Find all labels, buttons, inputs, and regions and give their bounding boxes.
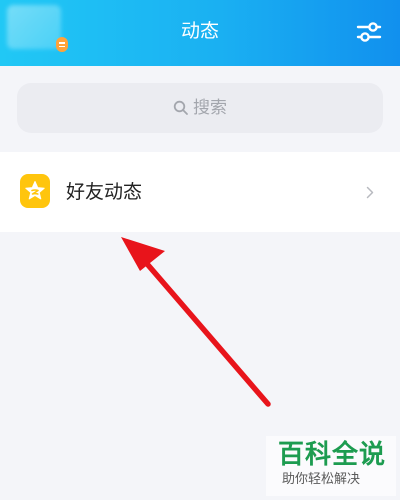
search-placeholder: 搜索: [193, 98, 227, 118]
sliders-icon[interactable]: [356, 19, 382, 45]
search-icon: [173, 100, 188, 115]
list-item-friend-feed[interactable]: 好友动态: [0, 152, 400, 232]
watermark-subtitle: 助你轻松解决: [282, 472, 361, 487]
search-input[interactable]: 搜索: [17, 83, 383, 133]
top-header: 动态: [0, 0, 400, 66]
list-item-label: 好友动态: [66, 181, 143, 203]
annotation-arrow: [121, 237, 271, 407]
watermark-logo: 百科全说 助你轻松解决: [266, 436, 396, 496]
watermark-title: 百科全说: [278, 440, 387, 470]
page-title: 动态: [180, 20, 219, 42]
chevron-right-icon: [366, 186, 374, 199]
star-icon: [20, 174, 50, 208]
